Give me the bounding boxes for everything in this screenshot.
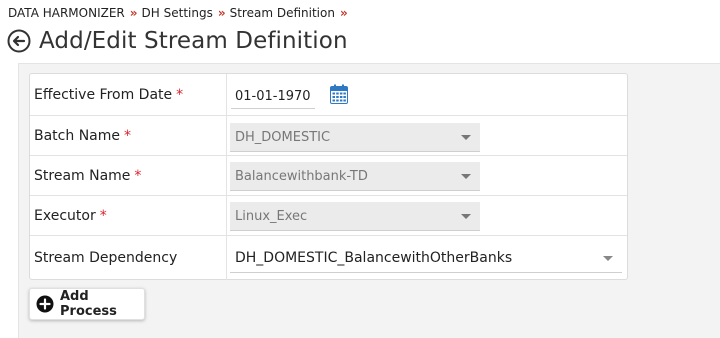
page-title-bar: Add/Edit Stream Definition [7,27,348,55]
back-arrow-icon[interactable] [7,29,31,53]
executor-label: Executor [34,207,96,224]
required-mark: * [124,127,131,144]
required-mark: * [99,207,107,224]
field-value [227,74,627,115]
page-title: Add/Edit Stream Definition [39,28,348,54]
stream-name-value: Balancewithbank-TD [235,168,368,184]
stream-name-label: Stream Name [34,167,131,184]
form-row-stream-dependency: Stream Dependency DH_DOMESTIC_Balancewit… [30,236,627,280]
chevron-down-icon [461,174,471,179]
breadcrumb-item-data-harmonizer[interactable]: DATA HARMONIZER [8,6,125,20]
stream-dependency-label: Stream Dependency [34,250,178,266]
breadcrumb-separator: » [129,6,138,20]
chevron-down-icon [461,214,471,219]
field-value: Linux_Exec [227,196,627,235]
stream-definition-form: Effective From Date * 01-01-1970 Batch N… [29,73,628,280]
calendar-icon[interactable] [330,84,348,104]
form-row-effective-from-date: Effective From Date * [30,74,627,116]
effective-from-date-label: Effective From Date [34,86,173,103]
form-row-executor: Executor * Linux_Exec [30,196,627,236]
form-row-stream-name: Stream Name * Balancewithbank-TD [30,156,627,196]
field-value: DH_DOMESTIC_BalancewithOtherBanks [227,236,627,280]
breadcrumb-separator: » [339,6,348,20]
effective-from-date-input[interactable] [231,84,315,109]
batch-name-value: DH_DOMESTIC [235,129,331,145]
add-process-button[interactable]: Add Process [29,288,145,320]
required-mark: * [176,86,184,103]
stream-dependency-value: DH_DOMESTIC_BalancewithOtherBanks [235,250,513,266]
field-label: Effective From Date * [30,74,227,115]
plus-circle-icon [36,295,54,313]
required-mark: * [134,167,142,184]
form-row-batch-name: Batch Name * DH_DOMESTIC [30,116,627,156]
breadcrumb-item-dh-settings[interactable]: DH Settings [142,6,213,20]
executor-value: Linux_Exec [235,208,308,224]
executor-select: Linux_Exec [230,202,480,231]
add-process-label: Add Process [60,289,117,319]
field-label: Batch Name * [30,116,227,155]
breadcrumb-item-stream-definition[interactable]: Stream Definition [230,6,335,20]
field-label: Stream Name * [30,156,227,195]
breadcrumb-separator: » [217,6,226,20]
batch-name-select: DH_DOMESTIC [230,123,480,152]
batch-name-label: Batch Name [34,127,120,144]
breadcrumb: DATA HARMONIZER » DH Settings » Stream D… [8,5,352,21]
field-label: Stream Dependency [30,236,227,280]
stream-name-select: Balancewithbank-TD [230,162,480,191]
field-value: Balancewithbank-TD [227,156,627,195]
field-label: Executor * [30,196,227,235]
chevron-down-icon [461,135,471,140]
field-value: DH_DOMESTIC [227,116,627,155]
stream-dependency-select[interactable]: DH_DOMESTIC_BalancewithOtherBanks [230,244,622,273]
chevron-down-icon[interactable] [603,256,613,261]
